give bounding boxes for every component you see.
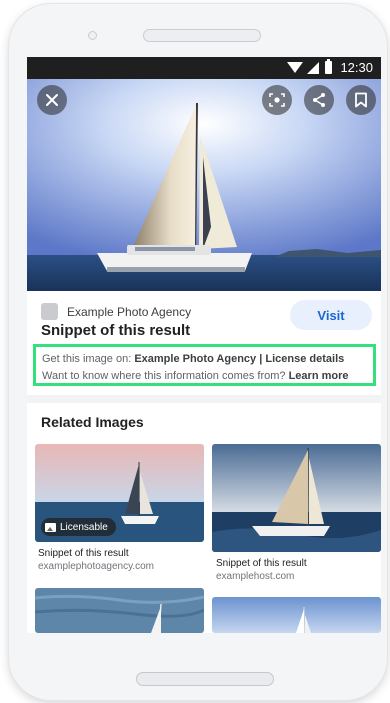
bookmark-button[interactable] xyxy=(346,85,376,115)
sailboat-thumbnail xyxy=(212,444,381,552)
source-name: Example Photo Agency xyxy=(67,304,192,319)
license-line-1: Get this image on: Example Photo Agency … xyxy=(42,351,373,368)
screen: 12:30 Example Photo Agency Snippet of th… xyxy=(27,57,381,633)
license-line-2: Want to know where this information come… xyxy=(42,368,373,385)
favicon-icon xyxy=(41,303,58,320)
info-source-prefix: Want to know where this information come… xyxy=(42,370,289,382)
licensable-badge: Licensable xyxy=(41,518,116,536)
section-divider xyxy=(27,395,381,403)
related-item-1-title[interactable]: Snippet of this result xyxy=(38,548,129,559)
sailboat-thumbnail xyxy=(212,597,381,633)
related-thumb-1[interactable]: Licensable xyxy=(35,444,204,542)
related-thumb-3[interactable] xyxy=(35,588,204,633)
front-camera xyxy=(88,31,97,40)
status-time: 12:30 xyxy=(340,60,373,75)
close-button[interactable] xyxy=(37,85,67,115)
status-bar: 12:30 xyxy=(27,57,381,79)
home-button[interactable] xyxy=(136,672,274,686)
share-button[interactable] xyxy=(304,85,334,115)
related-thumb-2[interactable] xyxy=(212,444,381,552)
license-separator: | xyxy=(256,353,266,365)
result-title[interactable]: Snippet of this result xyxy=(41,322,190,339)
signal-icon xyxy=(307,61,320,74)
battery-icon xyxy=(325,59,333,74)
visit-button[interactable]: Visit xyxy=(290,300,372,330)
license-agency-link[interactable]: Example Photo Agency xyxy=(134,353,256,365)
image-icon xyxy=(45,522,56,532)
related-thumb-4[interactable] xyxy=(212,597,381,633)
license-info: Get this image on: Example Photo Agency … xyxy=(33,344,376,386)
close-icon xyxy=(46,94,58,106)
license-details-link[interactable]: License details xyxy=(265,353,344,365)
wifi-icon xyxy=(287,62,304,73)
result-source[interactable]: Example Photo Agency xyxy=(41,303,191,320)
earpiece-speaker xyxy=(143,29,261,42)
hero-image[interactable] xyxy=(27,79,381,291)
lens-button[interactable] xyxy=(262,85,292,115)
lens-icon xyxy=(269,93,285,107)
bookmark-icon xyxy=(355,92,367,108)
learn-more-link[interactable]: Learn more xyxy=(289,370,349,382)
related-heading: Related Images xyxy=(41,414,144,430)
licensable-label: Licensable xyxy=(60,521,108,533)
license-prefix: Get this image on: xyxy=(42,353,135,365)
related-item-2-title[interactable]: Snippet of this result xyxy=(216,558,307,569)
related-item-2-site[interactable]: examplehost.com xyxy=(216,571,294,582)
related-item-1-site[interactable]: examplephotoagency.com xyxy=(38,561,154,572)
sailboat-thumbnail xyxy=(35,588,204,633)
share-icon xyxy=(313,93,325,107)
